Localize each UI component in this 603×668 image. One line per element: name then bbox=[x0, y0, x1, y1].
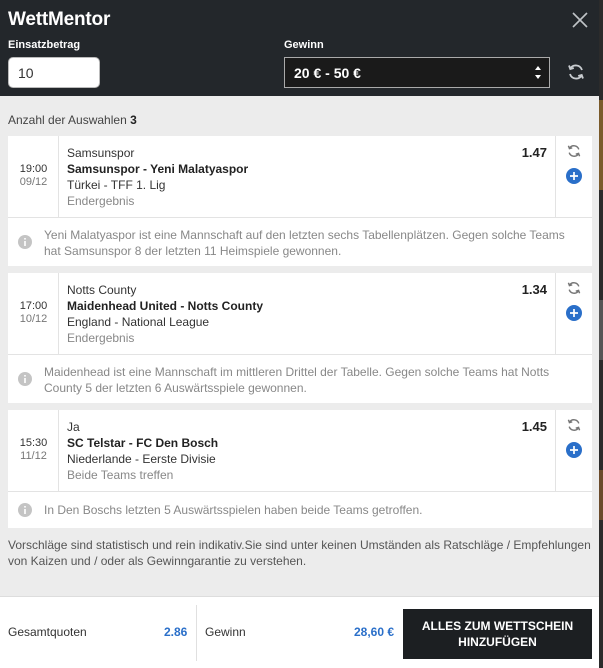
kickoff-column: 15:30 11/12 bbox=[8, 410, 59, 492]
pick: Notts County bbox=[67, 283, 137, 297]
total-odds-label: Gesamtquoten bbox=[8, 625, 87, 639]
refresh-icon[interactable] bbox=[566, 62, 586, 82]
card-main: 19:00 09/12 Samsunspor Samsunspor - Yeni… bbox=[8, 136, 592, 218]
league-name: England - National League bbox=[67, 315, 210, 329]
card-info: Ja SC Telstar - FC Den Bosch Niederlande… bbox=[67, 419, 497, 483]
footer-divider bbox=[196, 605, 197, 661]
card-main: 15:30 11/12 Ja SC Telstar - FC Den Bosch… bbox=[8, 410, 592, 492]
refresh-selection-icon[interactable] bbox=[566, 417, 582, 433]
note-text: Maidenhead ist eine Mannschaft im mittle… bbox=[44, 365, 550, 395]
total-odds-value: 2.86 bbox=[164, 625, 188, 639]
add-selection-icon[interactable] bbox=[566, 168, 582, 184]
odd-value: 1.47 bbox=[521, 145, 547, 160]
kickoff-column: 19:00 09/12 bbox=[8, 136, 59, 218]
wettmentor-panel: WettMentor Einsatzbetrag Gewinn 20 € - 5… bbox=[0, 0, 599, 668]
card-actions bbox=[555, 273, 592, 355]
selection-card: 19:00 09/12 Samsunspor Samsunspor - Yeni… bbox=[8, 136, 592, 266]
info-icon bbox=[18, 503, 32, 517]
header: WettMentor Einsatzbetrag Gewinn 20 € - 5… bbox=[0, 0, 599, 96]
kickoff-date: 11/12 bbox=[20, 450, 47, 462]
refresh-selection-icon[interactable] bbox=[566, 143, 582, 159]
disclaimer: Vorschläge sind statistisch und rein ind… bbox=[8, 538, 591, 568]
league-name: Niederlande - Eerste Divisie bbox=[67, 452, 216, 466]
card-actions bbox=[555, 136, 592, 218]
selection-count-label: Anzahl der Auswahlen bbox=[8, 113, 127, 127]
select-arrows-icon bbox=[535, 66, 541, 79]
card-info: Samsunspor Samsunspor - Yeni Malatyaspor… bbox=[67, 145, 497, 209]
selection-card: 15:30 11/12 Ja SC Telstar - FC Den Bosch… bbox=[8, 410, 592, 528]
background-segment bbox=[599, 100, 603, 190]
note-text: Yeni Malatyaspor ist eine Mannschaft auf… bbox=[44, 228, 565, 258]
info-icon bbox=[18, 372, 32, 386]
close-icon[interactable] bbox=[570, 10, 590, 30]
kickoff-time: 19:00 bbox=[19, 163, 48, 175]
win-label: Gewinn bbox=[284, 39, 324, 51]
stake-input[interactable] bbox=[8, 57, 100, 88]
card-note: Maidenhead ist eine Mannschaft im mittle… bbox=[8, 355, 592, 403]
add-all-to-betslip-button[interactable]: ALLES ZUM WETTSCHEIN HINZUFÜGEN bbox=[403, 609, 592, 659]
card-note: In Den Boschs letzten 5 Auswärtsspielen … bbox=[8, 492, 592, 528]
stake-label: Einsatzbetrag bbox=[8, 39, 81, 51]
card-main: 17:00 10/12 Notts County Maidenhead Unit… bbox=[8, 273, 592, 355]
add-selection-icon[interactable] bbox=[566, 305, 582, 321]
odd-value: 1.45 bbox=[521, 419, 547, 434]
kickoff-date: 10/12 bbox=[19, 313, 48, 325]
match-name: Maidenhead United - Notts County bbox=[67, 299, 263, 313]
selection-count-value: 3 bbox=[130, 113, 137, 127]
footer-win-label: Gewinn bbox=[205, 625, 246, 639]
match-name: SC Telstar - FC Den Bosch bbox=[67, 436, 219, 450]
odd-value: 1.34 bbox=[521, 282, 547, 297]
league-name: Türkei - TFF 1. Lig bbox=[67, 178, 166, 192]
win-range-select[interactable]: 20 € - 50 € bbox=[284, 57, 550, 88]
win-range-value: 20 € - 50 € bbox=[294, 65, 361, 81]
kickoff-time: 15:30 bbox=[19, 437, 48, 449]
refresh-selection-icon[interactable] bbox=[566, 280, 582, 296]
note-text: In Den Boschs letzten 5 Auswärtsspielen … bbox=[44, 503, 423, 517]
market-name: Beide Teams treffen bbox=[67, 468, 174, 482]
card-note: Yeni Malatyaspor ist eine Mannschaft auf… bbox=[8, 218, 592, 266]
background-segment bbox=[599, 300, 603, 360]
footer: Gesamtquoten 2.86 Gewinn 28,60 € ALLES Z… bbox=[0, 596, 599, 668]
card-info: Notts County Maidenhead United - Notts C… bbox=[67, 282, 497, 346]
selection-card: 17:00 10/12 Notts County Maidenhead Unit… bbox=[8, 273, 592, 403]
add-selection-icon[interactable] bbox=[566, 442, 582, 458]
footer-win-value: 28,60 € bbox=[354, 625, 395, 639]
pick: Samsunspor bbox=[67, 146, 135, 160]
card-actions bbox=[555, 410, 592, 492]
selection-count: Anzahl der Auswahlen 3 bbox=[8, 113, 137, 127]
app-title: WettMentor bbox=[8, 9, 111, 30]
match-name: Samsunspor - Yeni Malatyaspor bbox=[67, 162, 249, 176]
market-name: Endergebnis bbox=[67, 331, 135, 345]
kickoff-column: 17:00 10/12 bbox=[8, 273, 59, 355]
background-strip bbox=[599, 0, 603, 668]
market-name: Endergebnis bbox=[67, 194, 135, 208]
info-icon bbox=[18, 235, 32, 249]
kickoff-date: 09/12 bbox=[19, 176, 48, 188]
background-segment bbox=[599, 470, 603, 520]
kickoff-time: 17:00 bbox=[19, 300, 48, 312]
pick: Ja bbox=[67, 420, 80, 434]
